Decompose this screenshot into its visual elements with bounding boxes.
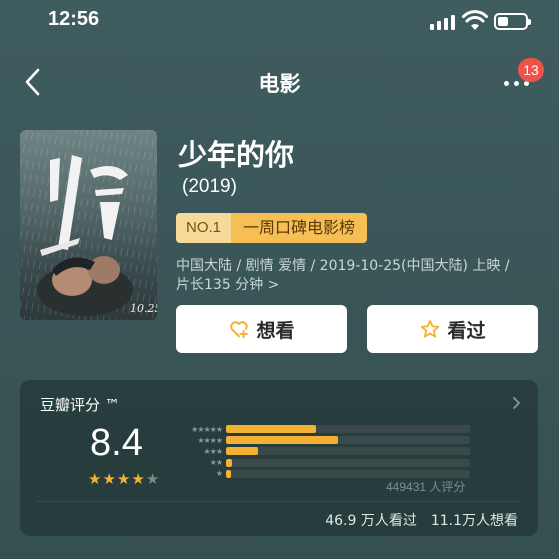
distribution-stars-icon: ★★★★ (197, 435, 223, 445)
card-divider (36, 501, 522, 502)
signal-icon (430, 14, 455, 30)
distribution-stars-icon: ★ (215, 469, 223, 479)
star-filled-icon: ★ (102, 470, 116, 488)
rating-title: 豆瓣评分 ™ (40, 396, 120, 414)
distribution-track (226, 447, 470, 456)
distribution-bar (226, 447, 258, 456)
distribution-bar (226, 458, 233, 467)
ranking-name: 一周口碑电影榜 (231, 213, 368, 243)
watched-count[interactable]: 46.9 万人看过 (325, 510, 417, 530)
movie-poster[interactable]: 10.25 (20, 130, 157, 320)
distribution-track (226, 436, 470, 445)
rating-score: 8.4 (90, 422, 143, 464)
distribution-bar (226, 425, 317, 434)
distribution-row-3-star: ★★★ (172, 446, 470, 457)
distribution-row-4-star: ★★★★ (172, 435, 470, 446)
battery-icon (494, 13, 531, 30)
notification-badge: 13 (518, 58, 544, 82)
distribution-track (226, 458, 470, 467)
distribution-bar (226, 436, 339, 445)
movie-meta-line[interactable]: 中国大陆 / 剧情 爱情 / 2019-10-25(中国大陆) 上映 / (176, 256, 548, 276)
heart-plus-icon (230, 321, 249, 339)
rating-count: 449431 人评分 (386, 480, 466, 494)
star-filled-icon: ★ (131, 470, 145, 488)
star-empty-icon: ★ (145, 470, 160, 488)
want-to-watch-label: 想看 (256, 319, 295, 342)
watched-label: 看过 (447, 319, 486, 342)
distribution-stars-icon: ★★★ (203, 446, 223, 456)
svg-text:10.25: 10.25 (130, 302, 157, 315)
nav-bar: 电影 (0, 56, 559, 108)
want-count[interactable]: 11.1万人想看 (431, 510, 518, 530)
rating-card[interactable]: 豆瓣评分 ™ 8.4 ★ ★ ★ ★ ★ ★★★★★ ★★★★ ★★★ ★★ ★ 449431 … (20, 380, 538, 536)
distribution-row-5-star: ★★★★★ (172, 424, 470, 435)
distribution-bar (226, 469, 231, 478)
more-dots-icon (504, 81, 529, 86)
ranking-number: NO.1 (176, 213, 232, 243)
star-filled-icon: ★ (116, 470, 131, 488)
rating-stars: ★ ★ ★ ★ ★ (88, 471, 159, 487)
want-to-watch-button[interactable]: 想看 (176, 305, 347, 353)
distribution-row-2-star: ★★ (172, 457, 470, 468)
movie-title: 少年的你 (178, 138, 295, 172)
status-time: 12:56 (48, 8, 100, 30)
status-bar: 12:56 (0, 0, 559, 46)
watched-button[interactable]: 看过 (367, 305, 538, 353)
distribution-stars-icon: ★★ (209, 458, 223, 468)
star-filled-icon: ★ (88, 470, 102, 488)
distribution-stars-icon: ★★★★★ (191, 424, 223, 434)
star-outline-icon (421, 319, 440, 338)
audience-stats: 46.9 万人看过 11.1万人想看 (325, 510, 518, 530)
chevron-right-icon[interactable] (508, 394, 524, 412)
wifi-icon (462, 10, 488, 30)
ranking-tag[interactable]: NO.1 一周口碑电影榜 (176, 213, 368, 243)
distribution-track (226, 469, 470, 478)
poster-art: 10.25 (20, 130, 157, 320)
rating-distribution: ★★★★★ ★★★★ ★★★ ★★ ★ (172, 424, 470, 479)
movie-year: (2019) (182, 176, 237, 197)
movie-runtime[interactable]: 片长135 分钟 > (176, 275, 548, 295)
distribution-track (226, 425, 470, 434)
page-title: 电影 (258, 72, 301, 96)
